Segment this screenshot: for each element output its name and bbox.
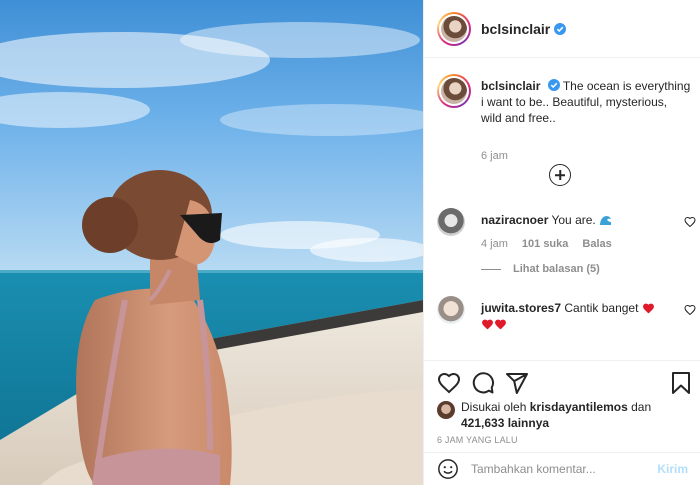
bookmark-icon[interactable] xyxy=(669,371,693,395)
share-icon[interactable] xyxy=(505,371,529,395)
commenter-avatar[interactable] xyxy=(437,208,465,236)
post-sidebar: bclsinclair bclsinclair The ocean is eve… xyxy=(423,0,700,485)
verified-badge-icon xyxy=(547,79,560,91)
likes-prefix: Disukai oleh xyxy=(461,400,527,414)
liker-username[interactable]: krisdayantilemos xyxy=(530,400,628,414)
likes-text: Disukai oleh krisdayantilemos dan 421,63… xyxy=(461,399,681,431)
ocean-selfie-image xyxy=(0,0,423,485)
likes-count[interactable]: 421,633 lainnya xyxy=(461,416,549,430)
comment-text: Cantik banget xyxy=(564,301,639,315)
add-comment-bar: Kirim xyxy=(424,452,700,485)
author-username[interactable]: bclsinclair xyxy=(481,21,550,37)
caption-body: bclsinclair The ocean is everything i wa… xyxy=(481,78,691,126)
post-header: bclsinclair xyxy=(424,0,700,58)
comment-likes-count[interactable]: 101 suka xyxy=(522,238,568,250)
comment-time[interactable]: 4 jam xyxy=(481,238,508,250)
caption-time[interactable]: 6 jam xyxy=(481,150,508,162)
commenter-avatar[interactable] xyxy=(437,296,465,324)
heart-icon[interactable] xyxy=(437,371,461,395)
comment-username[interactable]: juwita.stores7 xyxy=(481,301,561,315)
comment-like-heart-icon[interactable] xyxy=(684,216,696,228)
post-timestamp[interactable]: 6 JAM YANG LALU xyxy=(437,435,518,445)
view-replies-label[interactable]: Lihat balasan (5) xyxy=(513,263,600,275)
author-avatar[interactable] xyxy=(437,11,471,46)
liker-avatar[interactable] xyxy=(437,401,455,419)
caption-avatar[interactable] xyxy=(437,74,471,108)
replies-divider-line xyxy=(481,268,501,270)
comments-list[interactable]: bclsinclair The ocean is everything i wa… xyxy=(424,58,700,360)
wave-emoji-icon xyxy=(600,216,612,225)
comment-input[interactable] xyxy=(471,462,656,476)
comment-body: juwita.stores7 Cantik banget xyxy=(481,300,661,332)
post-actions: Disukai oleh krisdayantilemos dan 421,63… xyxy=(424,360,700,445)
verified-badge-icon xyxy=(554,22,567,35)
comment-body: naziracnoer You are. xyxy=(481,212,661,228)
comment-username[interactable]: naziracnoer xyxy=(481,213,548,227)
post-photo[interactable] xyxy=(0,0,423,485)
red-heart-emoji-icon xyxy=(482,319,493,330)
likes-joiner: dan xyxy=(631,400,652,414)
red-heart-emoji-icon xyxy=(495,319,506,330)
post-comment-button[interactable]: Kirim xyxy=(657,462,688,476)
comment-text: You are. xyxy=(551,213,596,227)
smiley-icon[interactable] xyxy=(437,458,459,480)
comment-meta-row: 4 jam 101 suka Balas xyxy=(481,238,612,250)
reply-button[interactable]: Balas xyxy=(582,238,611,250)
caption-username[interactable]: bclsinclair xyxy=(481,79,540,93)
view-replies-toggle[interactable]: Lihat balasan (5) xyxy=(481,263,600,275)
red-heart-emoji-icon xyxy=(642,303,654,314)
comment-icon[interactable] xyxy=(471,371,495,395)
plus-circle-icon[interactable] xyxy=(549,164,571,186)
comment-like-heart-icon[interactable] xyxy=(684,304,696,316)
